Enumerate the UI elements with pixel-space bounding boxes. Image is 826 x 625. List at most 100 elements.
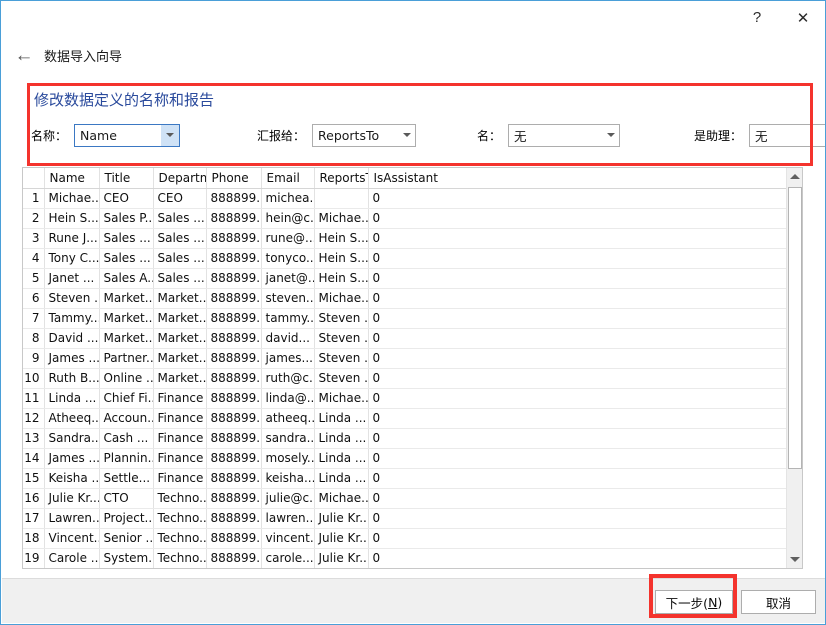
cell-email[interactable]: hein@c... [261, 208, 315, 229]
cell-department[interactable]: Finance [153, 468, 207, 489]
cell-email[interactable]: david... [261, 328, 315, 349]
row-number-cell[interactable]: 1 [23, 188, 45, 209]
cell-isassistant[interactable]: 0 [368, 468, 787, 489]
cell-email[interactable]: steven... [261, 288, 315, 309]
cell-title[interactable]: Sales ... [99, 228, 154, 249]
cell-isassistant[interactable]: 0 [368, 308, 787, 329]
cell-reportsto[interactable]: Michae... [314, 388, 369, 409]
table-row[interactable]: 1Michae...CEOCEO888899...michea...0 [23, 188, 787, 209]
cell-name[interactable]: Michae... [44, 188, 100, 209]
cell-department[interactable]: Sales ... [153, 228, 207, 249]
cell-isassistant[interactable]: 0 [368, 448, 787, 469]
cell-phone[interactable]: 888899... [206, 488, 262, 509]
cell-email[interactable]: rune@... [261, 228, 315, 249]
cell-department[interactable]: Sales ... [153, 268, 207, 289]
row-number-cell[interactable]: 6 [23, 288, 45, 309]
row-number-cell[interactable]: 16 [23, 488, 45, 509]
next-button[interactable]: 下一步(N) [655, 590, 733, 614]
cell-title[interactable]: Senior ... [99, 528, 154, 549]
cell-department[interactable]: Market... [153, 328, 207, 349]
cell-phone[interactable]: 888899... [206, 428, 262, 449]
cell-title[interactable]: Accoun... [99, 408, 154, 429]
cell-department[interactable]: Finance [153, 388, 207, 409]
cell-name[interactable]: Ruth B... [44, 368, 100, 389]
cell-department[interactable]: Market... [153, 368, 207, 389]
column-header-name[interactable]: Name [44, 168, 100, 189]
row-number-cell[interactable]: 18 [23, 528, 45, 549]
column-header-rownum[interactable] [23, 168, 45, 189]
row-number-cell[interactable]: 7 [23, 308, 45, 329]
cell-reportsto[interactable]: Julie Kr... [314, 548, 369, 568]
cell-isassistant[interactable]: 0 [368, 548, 787, 568]
cell-phone[interactable]: 888899... [206, 368, 262, 389]
cell-reportsto[interactable]: Steven ... [314, 328, 369, 349]
isassistant-combobox[interactable]: 无 [749, 123, 825, 147]
cell-title[interactable]: Sales A... [99, 268, 154, 289]
cell-email[interactable]: julie@c... [261, 488, 315, 509]
cell-department[interactable]: Techno... [153, 488, 207, 509]
table-row[interactable]: 9James ...Partner...Market...888899...ja… [23, 348, 787, 369]
cell-email[interactable]: ruth@c... [261, 368, 315, 389]
cell-name[interactable]: Lawren... [44, 508, 100, 529]
cell-phone[interactable]: 888899... [206, 548, 262, 568]
cell-department[interactable]: Sales ... [153, 248, 207, 269]
cell-department[interactable]: Techno... [153, 528, 207, 549]
table-row[interactable]: 4Tony C...Sales ...Sales ...888899...ton… [23, 248, 787, 269]
cell-department[interactable]: Techno... [153, 508, 207, 529]
table-row[interactable]: 12Atheeq...Accoun...Finance888899...athe… [23, 408, 787, 429]
cell-isassistant[interactable]: 0 [368, 288, 787, 309]
cell-phone[interactable]: 888899... [206, 308, 262, 329]
cell-department[interactable]: Finance [153, 428, 207, 449]
cell-isassistant[interactable]: 0 [368, 428, 787, 449]
row-number-cell[interactable]: 10 [23, 368, 45, 389]
cell-department[interactable]: Finance [153, 448, 207, 469]
cell-title[interactable]: Project... [99, 508, 154, 529]
column-header-isassistant[interactable]: IsAssistant [368, 168, 787, 189]
cell-email[interactable]: james... [261, 348, 315, 369]
cell-phone[interactable]: 888899... [206, 188, 262, 209]
cell-isassistant[interactable]: 0 [368, 488, 787, 509]
row-number-cell[interactable]: 3 [23, 228, 45, 249]
back-arrow-icon[interactable]: ← [7, 40, 41, 70]
table-row[interactable]: 19Carole ...System...Techno...888899...c… [23, 548, 787, 568]
row-number-cell[interactable]: 9 [23, 348, 45, 369]
cell-name[interactable]: Tony C... [44, 248, 100, 269]
cell-email[interactable]: sandra... [261, 428, 315, 449]
cell-isassistant[interactable]: 0 [368, 268, 787, 289]
cell-title[interactable]: Sales P... [99, 208, 154, 229]
cell-name[interactable]: David ... [44, 328, 100, 349]
cell-name[interactable]: Tammy... [44, 308, 100, 329]
table-row[interactable]: 17Lawren...Project...Techno...888899...l… [23, 508, 787, 529]
cell-email[interactable]: michea... [261, 188, 315, 209]
cell-email[interactable]: tammy... [261, 308, 315, 329]
scroll-up-icon[interactable] [787, 168, 802, 185]
cell-phone[interactable]: 888899... [206, 408, 262, 429]
table-row[interactable]: 18Vincent...Senior ...Techno...888899...… [23, 528, 787, 549]
cell-department[interactable]: Market... [153, 308, 207, 329]
cell-name[interactable]: James ... [44, 448, 100, 469]
chevron-down-icon[interactable] [161, 124, 180, 146]
close-icon[interactable]: ✕ [780, 3, 825, 33]
row-number-cell[interactable]: 17 [23, 508, 45, 529]
table-row[interactable]: 15Keisha ...Settle...Finance888899...kei… [23, 468, 787, 489]
row-number-cell[interactable]: 11 [23, 388, 45, 409]
column-header-department[interactable]: Departm [153, 168, 207, 189]
cell-phone[interactable]: 888899... [206, 468, 262, 489]
cell-name[interactable]: Carole ... [44, 548, 100, 568]
cell-title[interactable]: Market... [99, 308, 154, 329]
cell-reportsto[interactable]: Hein S... [314, 248, 369, 269]
cell-title[interactable]: CTO [99, 488, 154, 509]
column-header-email[interactable]: Email [261, 168, 315, 189]
firstname-combobox[interactable]: 无 [508, 123, 621, 147]
cell-reportsto[interactable]: Steven ... [314, 368, 369, 389]
cell-reportsto[interactable]: Steven ... [314, 308, 369, 329]
cell-name[interactable]: Hein S... [44, 208, 100, 229]
cell-title[interactable]: Online ... [99, 368, 154, 389]
cell-department[interactable]: Techno... [153, 548, 207, 568]
cell-reportsto[interactable]: Linda ... [314, 428, 369, 449]
row-number-cell[interactable]: 12 [23, 408, 45, 429]
cell-email[interactable]: linda@... [261, 388, 315, 409]
cell-phone[interactable]: 888899... [206, 388, 262, 409]
reportsto-combobox[interactable]: ReportsTo [312, 123, 417, 147]
row-number-cell[interactable]: 13 [23, 428, 45, 449]
